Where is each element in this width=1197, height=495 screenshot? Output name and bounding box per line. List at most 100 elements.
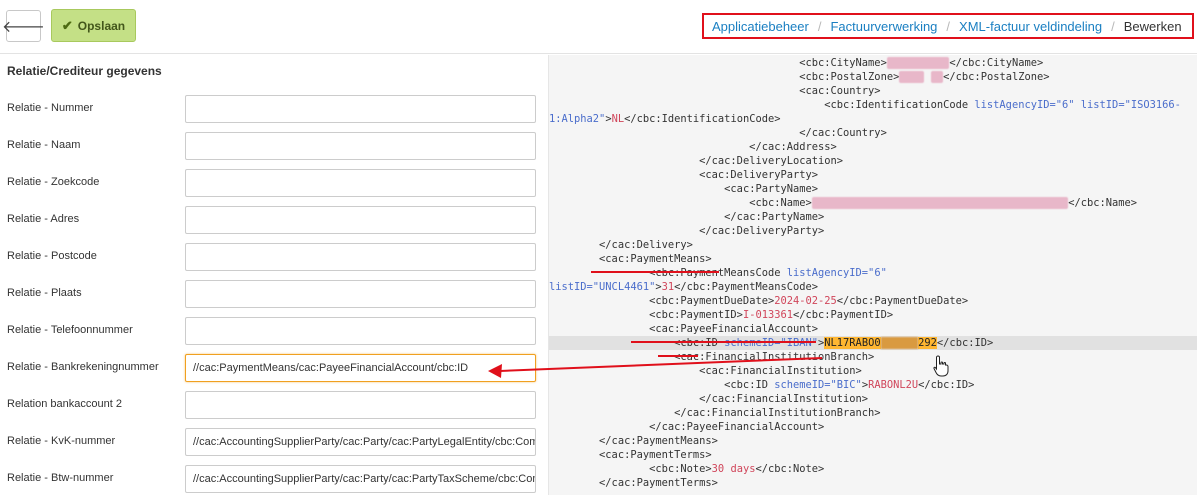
xml-token: 2024-02-25 <box>774 295 837 307</box>
xml-token: xxxxxxxxxxxxxxxxxxxxxxxxxxxxxxxxxxxxxxxx… <box>811 197 1069 209</box>
save-button[interactable]: ✔ Opslaan <box>51 9 136 42</box>
xml-token: <cbc:IdentificationCode <box>724 99 975 111</box>
xml-token: </cac:PaymentMeans> <box>599 435 718 447</box>
form-row: Relatie - KvK-nummer //cac:AccountingSupp… <box>0 428 548 456</box>
xml-line: <cbc:ID schemeID="BIC">RABONL2U</cbc:ID> <box>549 378 1197 392</box>
xml-token: </cbc:PaymentID> <box>792 309 894 321</box>
form-row: Relatie - Telefoonnummer <box>0 317 548 345</box>
hand-cursor-icon <box>933 355 949 377</box>
xml-token: </cbc:ID> <box>936 337 994 349</box>
xml-token: <cbc:PostalZone> <box>724 71 900 83</box>
xml-token: <cbc:ID <box>624 337 725 349</box>
relation-form: Relatie/Crediteur gegevens Relatie - Num… <box>0 55 548 495</box>
xml-token: 31 <box>661 281 675 293</box>
xml-indent <box>549 197 674 209</box>
xml-line: <cac:PartyName> <box>549 182 1197 196</box>
xml-indent <box>549 463 624 475</box>
xml-line: <cac:Country> <box>549 84 1197 98</box>
xml-line: <cac:FinancialInstitution> <box>549 364 1197 378</box>
field-input[interactable]: //cac:PaymentMeans/cac:PayeeFinancialAcc… <box>185 354 536 382</box>
xml-line: <cbc:CityName>xxxxxxxxxx</cbc:CityName> <box>549 56 1197 70</box>
field-input[interactable] <box>185 391 536 419</box>
form-row: Relatie - Zoekcode <box>0 169 548 197</box>
xml-token: </cac:DeliveryParty> <box>674 225 825 237</box>
xml-token: </cbc:PaymentMeansCode> <box>674 281 819 293</box>
form-row: Relatie - Naam <box>0 132 548 160</box>
xml-line: <cbc:PaymentDueDate>2024-02-25</cbc:Paym… <box>549 294 1197 308</box>
xml-token: </cbc:CityName> <box>949 57 1044 69</box>
xml-token: "ISO3166- <box>1124 99 1181 111</box>
field-input[interactable] <box>185 280 536 308</box>
breadcrumb-item-applicatiebeheer[interactable]: Applicatiebeheer <box>712 19 809 34</box>
xml-indent <box>549 169 674 181</box>
xml-indent <box>549 337 624 349</box>
xml-token: I-013361 <box>742 309 793 321</box>
xml-token: NL17RABO0 <box>824 337 881 349</box>
xml-line: </cac:PaymentTerms> <box>549 476 1197 490</box>
xml-line: </cac:FinancialInstitutionBranch> <box>549 406 1197 420</box>
xml-token: </cac:Address> <box>699 141 837 153</box>
xml-indent <box>549 71 724 83</box>
xml-token: 30 days <box>711 463 756 475</box>
xml-indent <box>549 57 724 69</box>
annotation-underline-cbc-id <box>658 355 698 357</box>
field-label: Relatie - Bankrekeningnummer <box>7 361 159 373</box>
section-title: Relatie/Crediteur gegevens <box>7 64 162 78</box>
xml-token: </cac:Country> <box>724 127 887 139</box>
top-toolbar: 🡐 ✔ Opslaan Applicatiebeheer / Factuurve… <box>0 0 1197 54</box>
field-input[interactable] <box>185 317 536 345</box>
xml-line: </cac:FinancialInstitution> <box>549 392 1197 406</box>
back-button[interactable]: 🡐 <box>2 10 45 42</box>
xml-line: <cac:PaymentTerms> <box>549 448 1197 462</box>
field-label: Relatie - Adres <box>7 213 80 225</box>
xml-indent <box>549 351 624 363</box>
xml-line: </cac:PaymentMeans> <box>549 434 1197 448</box>
field-input[interactable]: //cac:AccountingSupplierParty/cac:Party/… <box>185 465 536 493</box>
xml-line: <cbc:PostalZone>xxxx xx</cbc:PostalZone> <box>549 70 1197 84</box>
xml-indent <box>549 183 674 195</box>
form-row: Relatie - Bankrekeningnummer //cac:Paymen… <box>0 354 548 382</box>
xml-line: <cac:DeliveryParty> <box>549 168 1197 182</box>
field-input[interactable] <box>185 169 536 197</box>
breadcrumb-item-factuurverwerking[interactable]: Factuurverwerking <box>830 19 937 34</box>
xml-line: listID="UNCL4461">31</cbc:PaymentMeansCo… <box>549 280 1197 294</box>
xml-token: schemeID="IBAN" <box>724 337 819 349</box>
xml-token: <cac:PartyName> <box>674 183 819 195</box>
xml-indent <box>549 99 724 111</box>
xml-line: </cac:DeliveryLocation> <box>549 154 1197 168</box>
xml-token: RABONL2U <box>868 379 919 391</box>
xml-indent <box>549 155 674 167</box>
xml-token: "6" <box>1055 99 1075 111</box>
breadcrumb-item-xml-factuur-veldindeling[interactable]: XML-factuur veldindeling <box>959 19 1102 34</box>
xml-line: <cbc:IdentificationCode listAgencyID="6"… <box>549 98 1197 112</box>
xml-indent <box>549 323 624 335</box>
xml-token: </cac:DeliveryLocation> <box>674 155 844 167</box>
xml-indent <box>549 365 624 377</box>
form-row: Relatie - Adres <box>0 206 548 234</box>
xml-indent <box>549 421 624 433</box>
xml-token: <cac:FinancialInstitutionBranch> <box>624 351 875 363</box>
xml-token: </cac:FinancialInstitutionBranch> <box>624 407 881 419</box>
xml-indent <box>549 407 624 419</box>
field-input[interactable] <box>185 206 536 234</box>
xml-indent <box>549 239 599 251</box>
field-label: Relatie - Zoekcode <box>7 176 100 188</box>
xml-line: 1:Alpha2">NL</cbc:IdentificationCode> <box>549 112 1197 126</box>
field-input[interactable]: //cac:AccountingSupplierParty/cac:Party/… <box>185 428 536 456</box>
field-input[interactable] <box>185 243 536 271</box>
xml-token: <cbc:PaymentDueDate> <box>624 295 775 307</box>
xml-indent <box>549 295 624 307</box>
xml-token: <cac:PayeeFinancialAccount> <box>624 323 819 335</box>
xml-token: </cac:Delivery> <box>599 239 693 251</box>
xml-token: <cbc:Note> <box>624 463 712 475</box>
annotation-underline-payment-means <box>591 271 719 273</box>
xml-line: <cbc:PaymentID>I-013361</cbc:PaymentID> <box>549 308 1197 322</box>
xml-indent <box>549 393 624 405</box>
xml-token: xxxx <box>899 71 925 83</box>
field-label: Relatie - Postcode <box>7 250 97 262</box>
xml-preview-panel[interactable]: <cbc:CityName>xxxxxxxxxx</cbc:CityName> … <box>548 55 1197 495</box>
field-input[interactable] <box>185 132 536 160</box>
field-label: Relation bankaccount 2 <box>7 398 122 410</box>
xml-indent <box>549 435 599 447</box>
field-input[interactable] <box>185 95 536 123</box>
